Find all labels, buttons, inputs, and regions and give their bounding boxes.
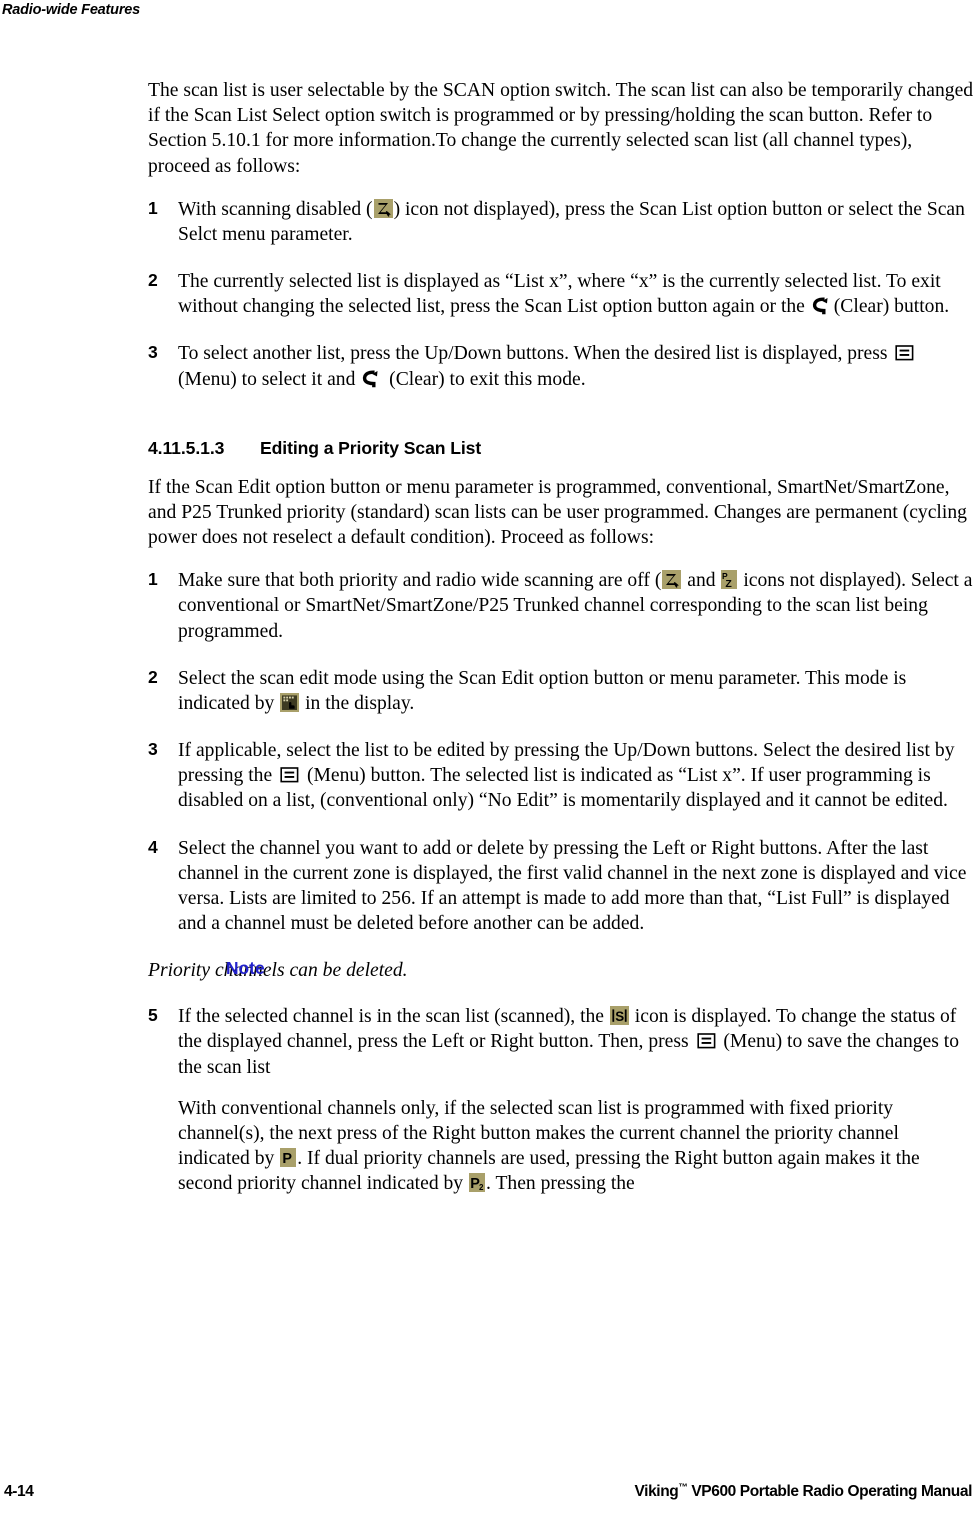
priority-p2-icon: P 2: [469, 1173, 486, 1193]
scan-list-steps: 1 With scanning disabled ( ) icon not dis…: [148, 197, 974, 392]
footer-manual-title: Viking™ VP600 Portable Radio Operating M…: [634, 1482, 973, 1501]
step-text-b: (Menu) to select it and: [178, 368, 361, 390]
step-text: To select another list, press the Up/Dow…: [178, 343, 893, 365]
edit-scan-list-steps-continued: 5 If the selected channel is in the scan …: [148, 1004, 974, 1080]
note-label: Note: [226, 958, 265, 979]
step-number: 2: [148, 666, 158, 687]
menu-key-icon: [279, 765, 300, 785]
step-text: Select the channel you want to add or de…: [178, 837, 967, 935]
running-head: Radio-wide Features: [2, 2, 141, 18]
menu-key-icon: [696, 1031, 717, 1051]
page-body: The scan list is user selectable by the …: [0, 78, 978, 1215]
step-item: 2 The currently selected list is displaye…: [148, 269, 974, 319]
closing-paragraph: With conventional channels only, if the …: [178, 1096, 974, 1197]
step-number: 2: [148, 270, 158, 291]
scan-edit-keypad-icon: [280, 692, 300, 712]
step-text: If the selected channel is in the scan l…: [178, 1006, 609, 1028]
text-column: The scan list is user selectable by the …: [148, 78, 974, 1197]
step-text-b: in the display.: [300, 692, 415, 714]
section-title: Editing a Priority Scan List: [260, 437, 482, 458]
svg-text:S: S: [615, 1009, 624, 1024]
section-heading: 4.11.5.1.3 Editing a Priority Scan List: [148, 438, 974, 459]
priority-scan-pz-icon: P Z: [721, 570, 738, 590]
footer-manual-name: Viking: [634, 1483, 679, 1500]
step-item: 4 Select the channel you want to add or d…: [148, 836, 974, 937]
step-item: 1 Make sure that both priority and radio …: [148, 568, 974, 644]
step-number: 1: [148, 569, 158, 590]
priority-p-icon: P: [280, 1148, 297, 1168]
intro-paragraph: The scan list is user selectable by the …: [148, 80, 974, 177]
clear-back-arrow-icon: [361, 369, 383, 390]
step-text-b: and: [682, 570, 721, 592]
section-number: 4.11.5.1.3: [148, 437, 225, 458]
step-number: 4: [148, 836, 158, 857]
scan-z-icon: [662, 570, 682, 590]
scanned-s-icon: S: [609, 1006, 629, 1026]
note-text: Priority channels can be deleted.: [148, 960, 408, 982]
page-footer: 4-14 Viking™ VP600 Portable Radio Operat…: [0, 1479, 978, 1501]
menu-key-icon: [894, 343, 915, 363]
edit-scan-list-steps: 1 Make sure that both priority and radio …: [148, 568, 974, 936]
note-block: Note Priority channels can be deleted.: [148, 958, 974, 984]
step-number: 3: [148, 342, 158, 363]
step-number: 1: [148, 197, 158, 218]
step-text: Make sure that both priority and radio w…: [178, 570, 662, 592]
svg-text:Z: Z: [726, 578, 733, 589]
step-item: 2 Select the scan edit mode using the Sca…: [148, 666, 974, 716]
step-number: 5: [148, 1005, 158, 1026]
footer-page-number: 4-14: [4, 1483, 34, 1500]
step-item: 5 If the selected channel is in the scan …: [148, 1004, 974, 1080]
step-item: 3 If applicable, select the list to be ed…: [148, 738, 974, 814]
closing-text-c: . Then pressing the: [486, 1173, 635, 1195]
step-text-c: (Clear) to exit this mode.: [384, 368, 586, 390]
clear-back-arrow-icon: [811, 296, 833, 317]
section-intro-paragraph: If the Scan Edit option button or menu p…: [148, 476, 967, 549]
step-number: 3: [148, 739, 158, 760]
step-item: 3 To select another list, press the Up/Do…: [148, 341, 974, 391]
scan-z-icon: [373, 198, 393, 218]
svg-text:2: 2: [479, 1183, 484, 1192]
footer-manual-rest: VP600 Portable Radio Operating Manual: [687, 1483, 972, 1500]
svg-text:P: P: [283, 1151, 293, 1167]
step-text-after: (Clear) button.: [833, 296, 950, 318]
step-text: With scanning disabled (: [178, 198, 373, 220]
step-item: 1 With scanning disabled ( ) icon not dis…: [148, 197, 974, 247]
